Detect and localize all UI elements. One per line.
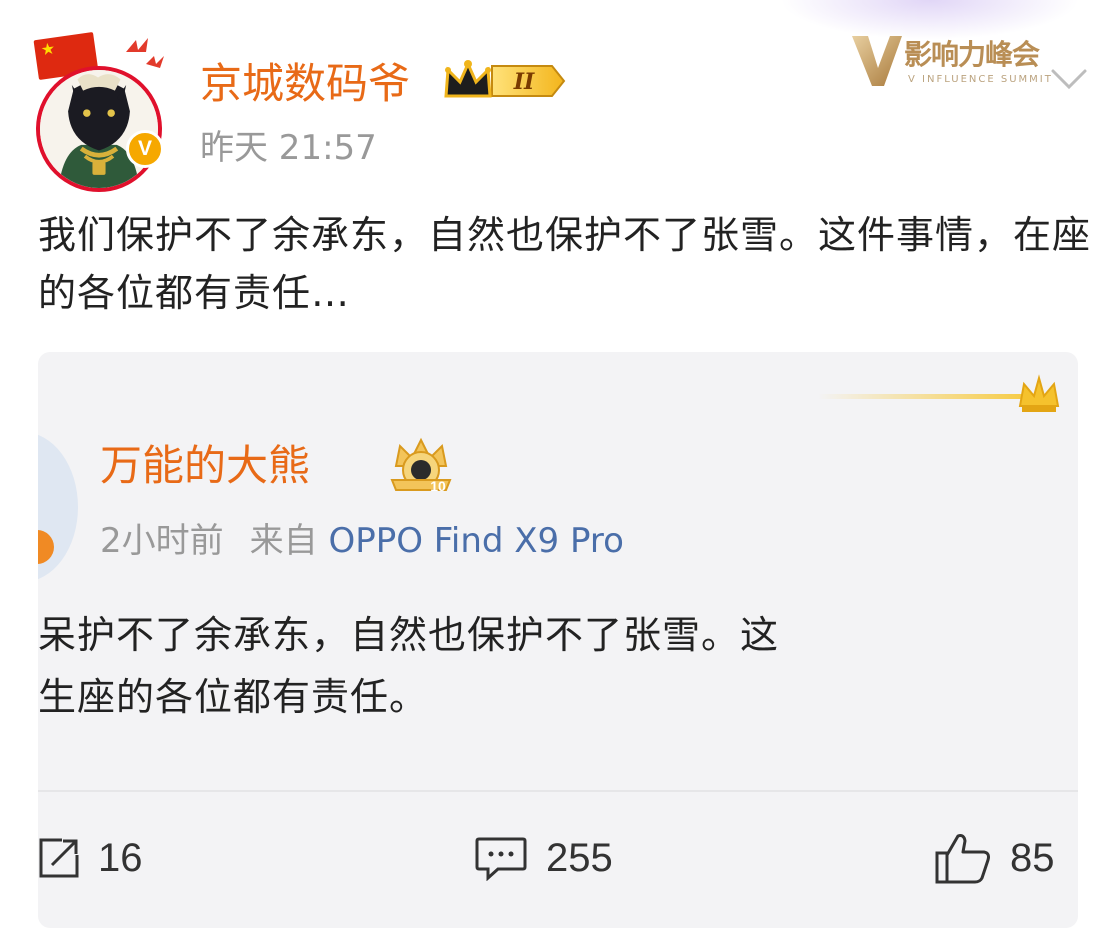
- post-text: 我们保护不了余承东，自然也保护不了张雪。这件事情，在座的各位都有责任…: [38, 213, 1092, 315]
- comment-count: 255: [546, 836, 613, 880]
- vip-level-badge-icon: 10: [390, 437, 452, 494]
- quoted-post-card[interactable]: 万能的大熊 10 2小时前 来自 OPPO Find X9 Pro 呆护不了余承东…: [38, 352, 1078, 928]
- quoted-text-line: 生座的各位都有责任。: [38, 675, 429, 719]
- thumbs-up-icon: [935, 834, 990, 884]
- quoted-text: 呆护不了余承东，自然也保护不了张雪。这 生座的各位都有责任。: [38, 604, 1078, 728]
- repost-count: 16: [98, 836, 143, 880]
- card-decoration-line: [818, 394, 1038, 399]
- like-count: 85: [1010, 836, 1055, 880]
- repost-button[interactable]: 16: [38, 830, 143, 886]
- crown-rank-badge-icon: II: [444, 60, 566, 98]
- source-device-link[interactable]: OPPO Find X9 Pro: [328, 521, 623, 561]
- panther-avatar-icon: [36, 66, 162, 192]
- divider: [38, 790, 1078, 792]
- crown-icon: [1018, 374, 1060, 412]
- chevron-down-icon[interactable]: [1050, 66, 1088, 92]
- comment-button[interactable]: 255: [474, 830, 613, 886]
- summit-subtitle: V INFLUENCE SUMMIT: [908, 74, 1053, 85]
- quoted-author-name[interactable]: 万能的大熊: [100, 438, 310, 494]
- repost-icon: [39, 838, 79, 878]
- comment-icon: [475, 837, 527, 881]
- bird-decoration-icon: [126, 38, 164, 68]
- summit-title: 影响力峰会: [904, 38, 1040, 71]
- quoted-time: 2小时前: [100, 521, 224, 561]
- rank-label: II: [513, 69, 535, 95]
- author-avatar-group[interactable]: ★ V: [30, 30, 170, 192]
- like-button[interactable]: 85: [934, 830, 1055, 886]
- source-prefix: 来自: [249, 521, 318, 561]
- verified-badge: V: [126, 130, 164, 168]
- influence-summit-logo[interactable]: 影响力峰会 V INFLUENCE SUMMIT: [850, 30, 1051, 94]
- post-time: 昨天 21:57: [200, 128, 377, 168]
- vip-level-label: 10: [430, 478, 446, 494]
- quoted-text-line: 呆护不了余承东，自然也保护不了张雪。这: [38, 613, 780, 657]
- summit-v-logo-icon: [852, 36, 902, 86]
- quoted-meta: 2小时前 来自 OPPO Find X9 Pro: [100, 518, 624, 564]
- author-name[interactable]: 京城数码爷: [200, 56, 410, 112]
